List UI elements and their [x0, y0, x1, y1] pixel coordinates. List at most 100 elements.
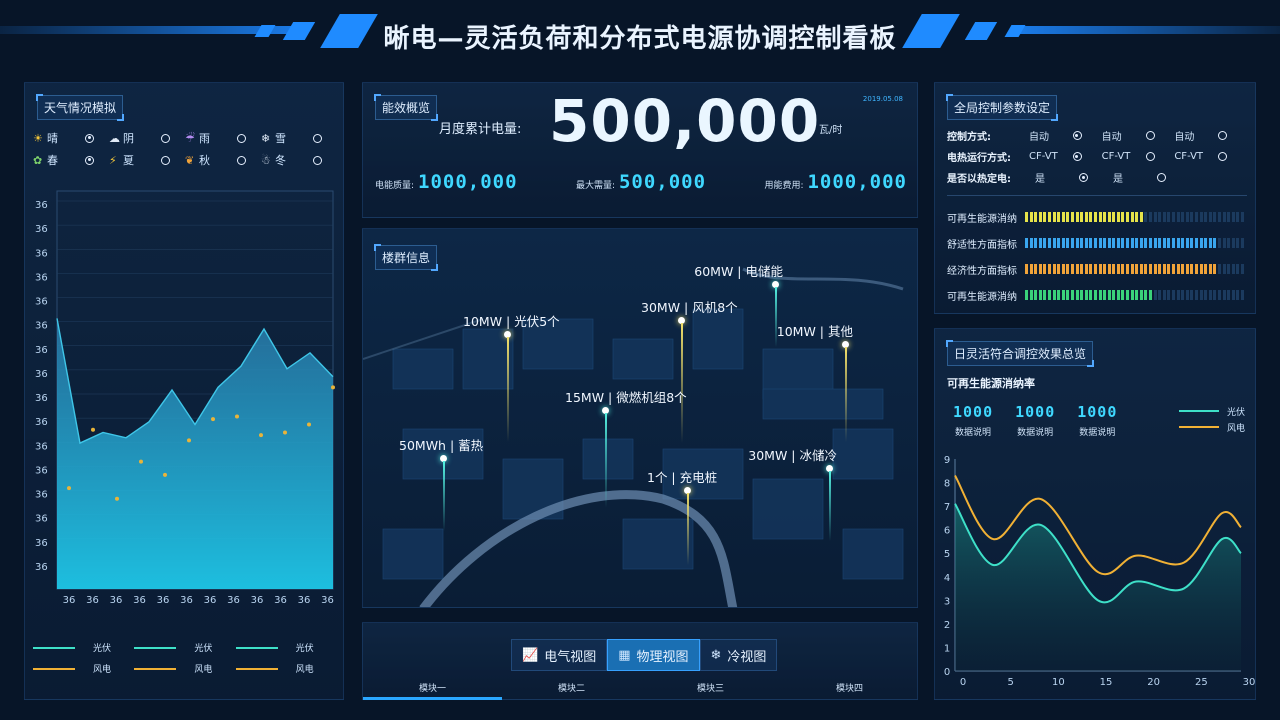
meter-segment: [1075, 290, 1079, 300]
meter-segment: [1070, 264, 1074, 274]
meter-segment: [1222, 238, 1226, 248]
meter-segment: [1116, 290, 1120, 300]
meter-segment: [1176, 238, 1180, 248]
control-option[interactable]: CF-VT: [1029, 151, 1102, 162]
marker-stem: [507, 337, 509, 442]
meter-segment: [1103, 212, 1107, 222]
meter-segment: [1135, 264, 1139, 274]
meter-segment: [1116, 264, 1120, 274]
daily-stat-value: 1000: [1077, 403, 1118, 421]
efficiency-stat: 电能质量: 1000,000: [375, 171, 518, 193]
meter-segment: [1167, 212, 1171, 222]
control-option[interactable]: 自动: [1174, 128, 1247, 143]
weather-option-label: 夏: [123, 154, 134, 167]
meter-segment: [1208, 238, 1212, 248]
radio-button[interactable]: [1079, 173, 1088, 182]
radio-button[interactable]: [1145, 152, 1155, 161]
radio-button[interactable]: [313, 133, 322, 143]
weather-option[interactable]: ☁ 阴: [109, 130, 185, 146]
weather-option[interactable]: ⚡ 夏: [109, 152, 185, 168]
monthly-unit: 瓦/时: [819, 125, 843, 136]
meter-bar: [1025, 238, 1246, 248]
radio-button[interactable]: [1157, 173, 1166, 182]
scatter-point: [283, 430, 287, 435]
y-tick-label: 36: [35, 272, 48, 283]
module-tab[interactable]: 模块一: [363, 681, 502, 694]
weather-option[interactable]: ☀ 晴: [33, 130, 109, 146]
meter-segment: [1185, 212, 1189, 222]
meter-segment: [1098, 238, 1102, 248]
meter-bar: [1025, 290, 1246, 300]
meter-segment: [1139, 212, 1143, 222]
meter-segment: [1162, 264, 1166, 274]
snow-icon: ❄: [261, 131, 271, 145]
legend-swatch: [1179, 410, 1219, 412]
radio-button[interactable]: [313, 155, 322, 165]
radio-button[interactable]: [161, 133, 170, 143]
radio-button[interactable]: [237, 133, 246, 143]
meter-segment: [1208, 290, 1212, 300]
module-tab[interactable]: 模块四: [780, 681, 919, 694]
meter-segment: [1029, 290, 1033, 300]
weather-panel: 天气情况模拟 ☀ 晴 ☁ 阴 ☔ 雨 ❄ 雪 ✿ 春 ⚡ 夏 ❦ 秋 ☃ 冬 36 36 36 36 36 36 36 36…: [24, 82, 344, 700]
radio-button[interactable]: [1145, 131, 1155, 140]
radio-button[interactable]: [1218, 131, 1228, 140]
meter-segment: [1149, 238, 1153, 248]
meter-segment: [1075, 238, 1079, 248]
marker-label: 10MW | 其他: [776, 324, 853, 339]
weather-option-label: 阴: [123, 132, 134, 145]
meter-segment: [1029, 212, 1033, 222]
tab-electric-view[interactable]: 📈 电气视图: [511, 639, 608, 671]
radio-button[interactable]: [1218, 152, 1228, 161]
control-option[interactable]: CF-VT: [1174, 151, 1247, 162]
radio-button[interactable]: [237, 155, 246, 165]
meter-segment: [1107, 212, 1111, 222]
meter-segment: [1222, 264, 1226, 274]
x-tick-label: 36: [274, 595, 287, 606]
control-option[interactable]: 是: [1113, 170, 1191, 185]
y-tick-label: 5: [944, 549, 950, 560]
control-label: 控制方式:: [947, 132, 991, 143]
radio-button[interactable]: [161, 155, 170, 165]
date-label: 2019.05.08: [862, 95, 903, 103]
panel-title: 日灵活符合调控效果总览: [945, 340, 1095, 367]
weather-row: ☀ 晴 ☁ 阴 ☔ 雨 ❄ 雪: [33, 127, 337, 149]
scatter-point: [211, 417, 215, 422]
control-option[interactable]: 自动: [1029, 128, 1102, 143]
legend-item: 风电: [235, 662, 337, 675]
tab-cold-view[interactable]: ❄ 冷视图: [699, 639, 778, 671]
radio-button[interactable]: [85, 155, 94, 165]
stat-value: 1000,000: [418, 171, 518, 193]
legend-item: 风电: [33, 662, 134, 675]
radio-button[interactable]: [85, 133, 94, 143]
control-option[interactable]: CF-VT: [1102, 151, 1175, 162]
option-label: CF-VT: [1028, 151, 1058, 162]
module-tab[interactable]: 模块三: [641, 681, 780, 694]
module-active-indicator: [363, 697, 502, 700]
marker-label: 30MW | 冰储冷: [748, 448, 837, 463]
weather-option[interactable]: ☃ 冬: [261, 152, 337, 168]
control-option[interactable]: 是: [1035, 170, 1113, 185]
panel-title: 全局控制参数设定: [945, 94, 1059, 121]
meter-segment: [1084, 264, 1088, 274]
weather-option[interactable]: ✿ 春: [33, 152, 109, 168]
daily-subtitle: 可再生能源消纳率: [947, 377, 1035, 390]
weather-option[interactable]: ☔ 雨: [185, 130, 261, 146]
weather-option[interactable]: ❄ 雪: [261, 130, 337, 146]
meter-segment: [1240, 290, 1244, 300]
weather-option[interactable]: ❦ 秋: [185, 152, 261, 168]
module-tab[interactable]: 模块二: [502, 681, 641, 694]
tab-physical-view[interactable]: ▦ 物理视图: [607, 639, 700, 671]
daily-stat: 1000 数据说明: [1077, 403, 1117, 438]
meter-segment: [1172, 264, 1175, 274]
meter-segment: [1185, 264, 1189, 274]
x-tick-label: 0: [960, 677, 966, 688]
marker-stem: [829, 471, 831, 541]
meter-segment: [1070, 238, 1074, 248]
meter-segment: [1139, 290, 1143, 300]
module-tabs: 模块一 模块二 模块三 模块四: [363, 681, 919, 694]
x-tick-label: 36: [251, 595, 264, 606]
control-option[interactable]: 自动: [1102, 128, 1175, 143]
radio-button[interactable]: [1072, 152, 1082, 161]
radio-button[interactable]: [1072, 131, 1082, 140]
